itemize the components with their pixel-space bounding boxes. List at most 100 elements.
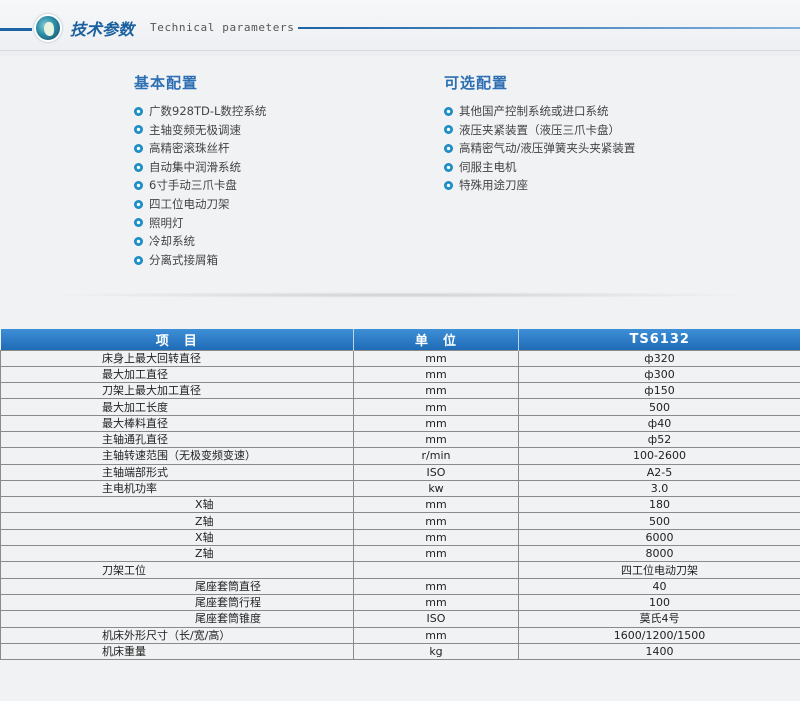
list-item: 主轴变频无极调速	[134, 121, 266, 140]
table-row: 主电机功率 kw 3.0	[0, 479, 800, 498]
company-logo-icon	[34, 14, 62, 42]
header-divider	[0, 50, 800, 51]
list-item: 液压夹紧装置（液压三爪卡盘）	[444, 121, 635, 140]
list-item: 其他国产控制系统或进口系统	[444, 102, 635, 121]
optional-config-list: 其他国产控制系统或进口系统 液压夹紧装置（液压三爪卡盘） 高精密气动/液压弹簧夹头夹…	[444, 102, 635, 195]
spec-table: 项 目 单 位 TS6132 床身上最大回转直径 mm ф320 最大加工直径 mm ф3…	[0, 329, 800, 661]
row-unit-cell: mm	[353, 365, 519, 384]
table-row: 最大加工直径 mm ф300	[0, 365, 800, 384]
row-value-cell: 6000	[518, 528, 800, 547]
row-item-cell: 最大加工长度	[0, 398, 354, 416]
list-item-label: 高精密气动/液压弹簧夹头夹紧装置	[459, 141, 636, 156]
list-item-label: 自动集中润滑系统	[149, 159, 241, 174]
header-unit: 单 位	[353, 329, 519, 350]
row-value-cell: A2-5	[518, 463, 800, 481]
list-item: 伺服主电机	[444, 158, 635, 177]
bullet-icon	[134, 143, 143, 153]
bullet-icon	[444, 125, 453, 135]
table-row: 主轴通孔直径 mm ф52	[0, 430, 800, 449]
row-unit-cell: mm	[353, 496, 519, 514]
table-row: 最大加工长度 mm 500	[0, 398, 800, 416]
spec-table-header: 项 目 单 位 TS6132	[0, 329, 800, 350]
row-item-cell: 机床外形尺寸（长/宽/高）	[0, 626, 354, 644]
logo-leaf-shape	[44, 22, 54, 36]
row-item-cell: 床身上最大回转直径	[0, 349, 354, 367]
list-item-label: 特殊用途刀座	[459, 178, 528, 193]
table-row: 尾座套筒行程 mm 100	[0, 593, 800, 612]
row-value-cell: 四工位电动刀架	[518, 561, 800, 579]
table-row: Z轴 mm 8000	[0, 545, 800, 563]
row-unit-cell: mm	[353, 626, 519, 644]
bullet-icon	[134, 218, 143, 228]
row-item-cell: 尾座套筒行程	[0, 593, 354, 612]
table-row: 机床外形尺寸（长/宽/高） mm 1600/1200/1500	[0, 626, 800, 644]
row-item-cell: 主轴转速范围（无极变频变速）	[0, 447, 354, 465]
bullet-icon	[444, 106, 453, 116]
table-row: 主轴端部形式 ISO A2-5	[0, 463, 800, 481]
row-value-cell: 3.0	[518, 479, 800, 498]
bullet-icon	[444, 143, 453, 153]
row-item-cell: 机床重量	[0, 642, 354, 661]
row-value-cell: 1400	[518, 642, 800, 661]
row-value-cell: ф300	[518, 365, 800, 384]
row-item-cell: 主轴通孔直径	[0, 430, 354, 449]
list-item-label: 伺服主电机	[459, 159, 517, 174]
table-row: Z轴 mm 500	[0, 512, 800, 530]
list-item: 广数928TD-L数控系统	[134, 102, 266, 121]
optional-config-heading: 可选配置	[444, 74, 509, 92]
spec-table-body: 床身上最大回转直径 mm ф320 最大加工直径 mm ф300 刀架上最大加工直径 mm ф1…	[0, 349, 800, 661]
list-item: 自动集中润滑系统	[134, 158, 266, 177]
section-divider-shadow	[40, 292, 760, 298]
list-item-label: 分离式接屑箱	[149, 252, 218, 267]
table-row: X轴 mm 180	[0, 496, 800, 514]
basic-config-heading: 基本配置	[134, 74, 199, 92]
list-item: 高精密滚珠丝杆	[134, 139, 266, 158]
row-item-cell: 尾座套筒锥度	[0, 610, 354, 628]
row-item-cell: 主电机功率	[0, 479, 354, 498]
row-unit-cell: mm	[353, 414, 519, 432]
list-item-label: 照明灯	[149, 215, 184, 230]
list-item-label: 主轴变频无极调速	[149, 122, 241, 137]
bullet-icon	[444, 162, 453, 172]
row-unit-cell	[353, 561, 519, 579]
bullet-icon	[134, 106, 143, 116]
table-row: 刀架工位 四工位电动刀架	[0, 561, 800, 579]
bullet-icon	[134, 199, 143, 209]
row-value-cell: 莫氏4号	[518, 610, 800, 628]
row-unit-cell: mm	[353, 593, 519, 612]
section-title-cn: 技术参数	[70, 20, 135, 39]
row-value-cell: 100	[518, 593, 800, 612]
list-item: 特殊用途刀座	[444, 176, 635, 195]
list-item: 四工位电动刀架	[134, 195, 266, 214]
list-item-label: 液压夹紧装置（液压三爪卡盘）	[459, 122, 620, 137]
row-item-cell: 主轴端部形式	[0, 463, 354, 481]
basic-config-panel: 基本配置 广数928TD-L数控系统 主轴变频无极调速 高精密滚珠丝杆 自动集中润滑系…	[134, 72, 266, 269]
table-row: 尾座套筒锥度 ISO 莫氏4号	[0, 610, 800, 628]
row-unit-cell: mm	[353, 577, 519, 595]
row-value-cell: ф320	[518, 349, 800, 367]
list-item: 照明灯	[134, 214, 266, 233]
table-row: 尾座套筒直径 mm 40	[0, 577, 800, 595]
list-item-label: 其他国产控制系统或进口系统	[459, 104, 609, 118]
table-header-row: 项 目 单 位 TS6132	[0, 329, 800, 350]
table-row: 最大棒料直径 mm ф40	[0, 414, 800, 432]
row-item-cell: Z轴	[0, 512, 354, 530]
bullet-icon	[134, 236, 143, 246]
row-item-cell: 刀架上最大加工直径	[0, 382, 354, 400]
row-value-cell: 1600/1200/1500	[518, 626, 800, 644]
list-item-label: 6寸手动三爪卡盘	[149, 178, 237, 193]
list-item-label: 高精密滚珠丝杆	[149, 141, 230, 156]
header-accent-line-left	[0, 28, 32, 31]
row-value-cell: 180	[518, 496, 800, 514]
row-value-cell: ф52	[518, 430, 800, 449]
row-item-cell: X轴	[0, 528, 354, 547]
row-value-cell: 500	[518, 398, 800, 416]
list-item-label: 四工位电动刀架	[149, 196, 230, 211]
bullet-icon	[134, 181, 143, 191]
list-item-label: 冷却系统	[149, 234, 195, 249]
row-unit-cell: mm	[353, 545, 519, 563]
table-row: 机床重量 kg 1400	[0, 642, 800, 661]
row-unit-cell: kg	[353, 642, 519, 661]
section-header: 技术参数 Technical parameters	[0, 0, 800, 56]
optional-config-panel: 可选配置 其他国产控制系统或进口系统 液压夹紧装置（液压三爪卡盘） 高精密气动/液压…	[444, 72, 635, 195]
